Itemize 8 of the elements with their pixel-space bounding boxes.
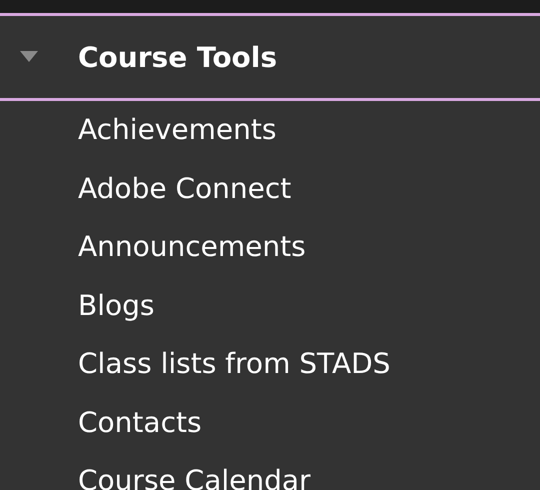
menu-link[interactable]: Class lists from STADS	[78, 335, 390, 394]
menu-link[interactable]: Blogs	[78, 276, 154, 335]
menu-link[interactable]: Announcements	[78, 218, 306, 276]
menu-link[interactable]: Adobe Connect	[78, 160, 292, 218]
menu-link[interactable]: Contacts	[78, 394, 202, 452]
section-title[interactable]: Course Tools	[78, 40, 278, 74]
triangle-icon[interactable]	[20, 51, 38, 63]
menu-link[interactable]: Achievements	[78, 101, 276, 160]
